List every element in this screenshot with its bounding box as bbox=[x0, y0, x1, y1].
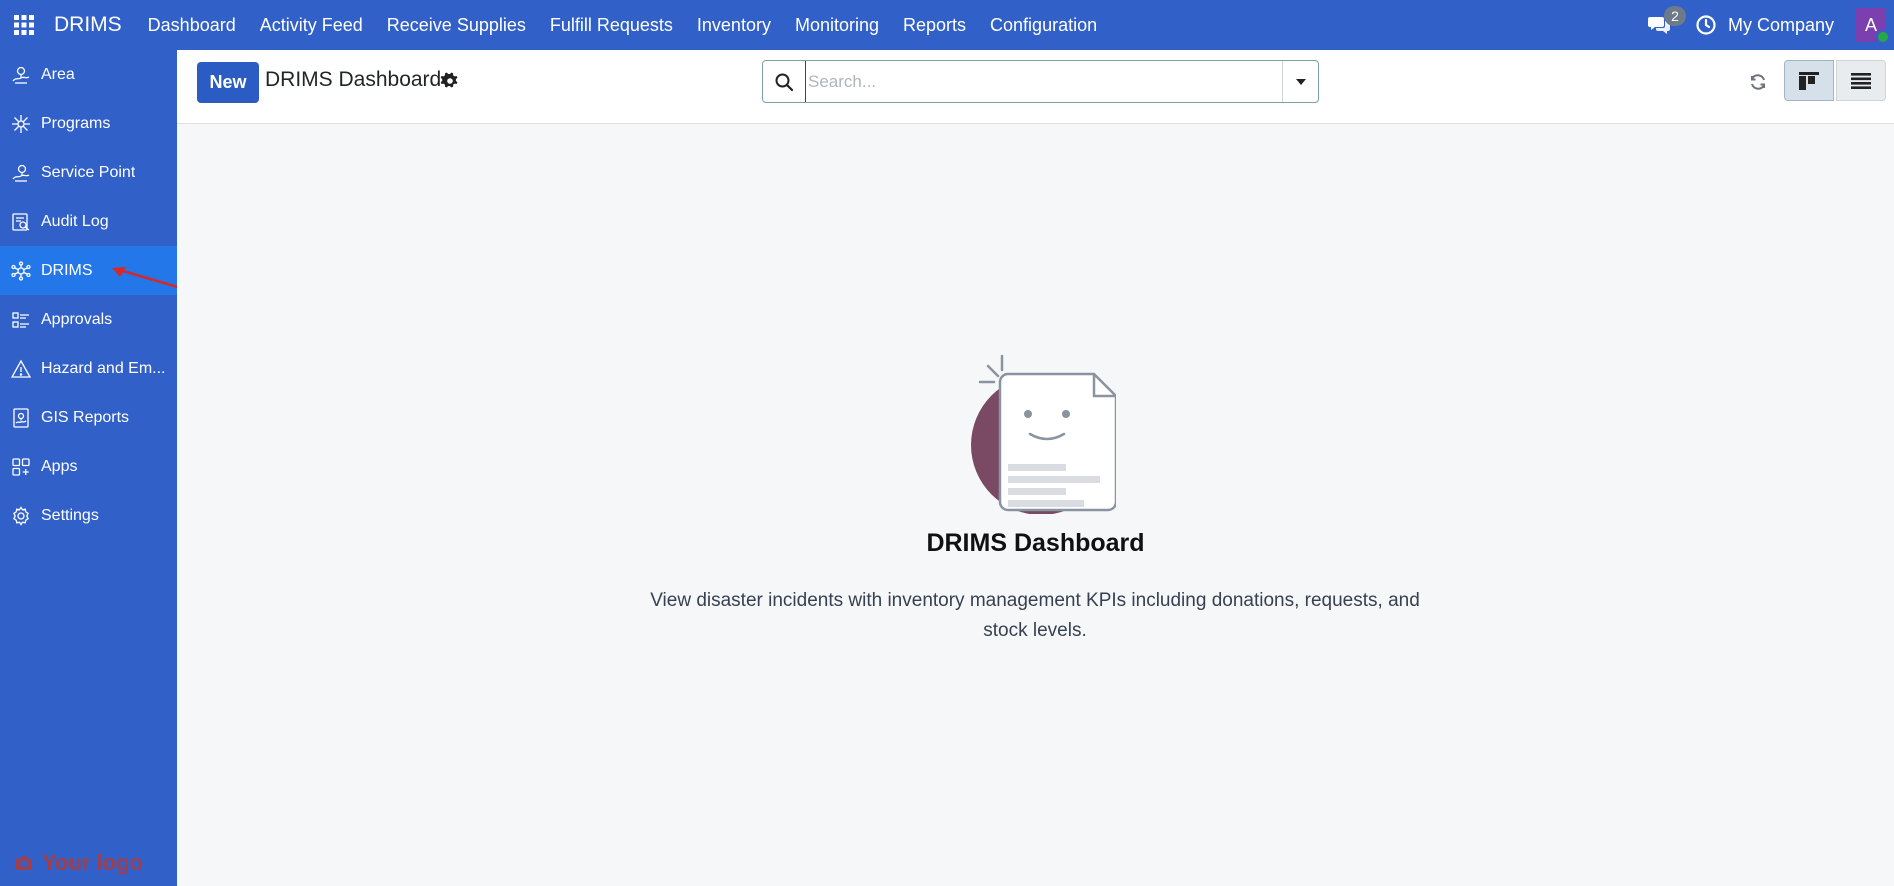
kanban-view-icon bbox=[1799, 71, 1819, 90]
empty-state-title: DRIMS Dashboard bbox=[926, 529, 1145, 557]
menu-receive-supplies[interactable]: Receive Supplies bbox=[375, 0, 538, 50]
camera-icon bbox=[16, 856, 32, 870]
control-panel: New DRIMS Dashboard bbox=[177, 50, 1894, 124]
approvals-icon bbox=[10, 309, 32, 331]
sidebar-item-settings[interactable]: Settings bbox=[0, 491, 177, 540]
apps-menu-icon[interactable] bbox=[0, 0, 48, 50]
sidebar-label: Programs bbox=[41, 114, 111, 132]
empty-state-description: View disaster incidents with inventory m… bbox=[650, 590, 1420, 641]
menu-monitoring[interactable]: Monitoring bbox=[783, 0, 891, 50]
sidebar-item-apps[interactable]: Apps bbox=[0, 442, 177, 491]
view-switcher bbox=[1784, 60, 1886, 101]
sidebar-label: DRIMS bbox=[41, 261, 93, 279]
search-input[interactable] bbox=[805, 61, 1282, 102]
sidebar-item-hazard[interactable]: Hazard and Em... bbox=[0, 344, 177, 393]
hazard-icon bbox=[10, 358, 32, 380]
sidebar-label: GIS Reports bbox=[41, 408, 130, 426]
messaging-button[interactable]: 2 bbox=[1640, 0, 1686, 50]
page-title: DRIMS Dashboard bbox=[265, 68, 442, 91]
menu-configuration[interactable]: Configuration bbox=[978, 0, 1109, 50]
list-view-icon bbox=[1851, 72, 1871, 89]
menu-reports[interactable]: Reports bbox=[891, 0, 978, 50]
refresh-icon[interactable] bbox=[1742, 66, 1774, 98]
sidebar-label: Service Point bbox=[41, 163, 136, 181]
online-status-dot bbox=[1876, 30, 1890, 44]
sidebar-label: Apps bbox=[41, 457, 78, 475]
sidebar-label: Area bbox=[41, 65, 75, 83]
menu-inventory[interactable]: Inventory bbox=[685, 0, 783, 50]
programs-icon bbox=[10, 113, 32, 135]
sidebar: Area Programs Service Point Audit Log DR… bbox=[0, 50, 177, 886]
kanban-view-button[interactable] bbox=[1784, 60, 1834, 101]
list-view-button[interactable] bbox=[1836, 60, 1886, 101]
avatar-initial: A bbox=[1864, 14, 1877, 35]
gear-icon[interactable] bbox=[440, 71, 460, 91]
new-button[interactable]: New bbox=[197, 62, 259, 103]
sidebar-item-area[interactable]: Area bbox=[0, 50, 177, 99]
drims-icon bbox=[10, 260, 32, 282]
main-content: DRIMS Dashboard View disaster incidents … bbox=[177, 124, 1894, 886]
menu-activity-feed[interactable]: Activity Feed bbox=[248, 0, 375, 50]
sidebar-item-programs[interactable]: Programs bbox=[0, 99, 177, 148]
sidebar-label: Approvals bbox=[41, 310, 113, 328]
settings-icon bbox=[10, 505, 32, 527]
user-avatar[interactable]: A bbox=[1856, 8, 1890, 44]
navbar-systray: 2 My Company A bbox=[1640, 0, 1894, 50]
sidebar-item-gis-reports[interactable]: GIS Reports bbox=[0, 393, 177, 442]
menu-dashboard[interactable]: Dashboard bbox=[136, 0, 248, 50]
apps-icon bbox=[10, 456, 32, 478]
sidebar-item-audit-log[interactable]: Audit Log bbox=[0, 197, 177, 246]
main-menu: Dashboard Activity Feed Receive Supplies… bbox=[136, 0, 1109, 50]
sidebar-label: Hazard and Em... bbox=[41, 359, 166, 377]
activity-clock-icon[interactable] bbox=[1688, 0, 1724, 50]
sidebar-label: Settings bbox=[41, 506, 99, 524]
caret-down-icon bbox=[1295, 78, 1306, 85]
logo-text: Your logo bbox=[42, 850, 144, 875]
company-logo: Your logo bbox=[14, 850, 143, 876]
search-bar bbox=[762, 60, 1319, 103]
app-brand[interactable]: DRIMS bbox=[54, 13, 122, 37]
empty-document-illustration bbox=[971, 354, 1116, 514]
audit-log-icon bbox=[10, 211, 32, 233]
search-icon bbox=[763, 61, 805, 102]
search-options-toggle[interactable] bbox=[1282, 61, 1318, 102]
top-navbar: DRIMS Dashboard Activity Feed Receive Su… bbox=[0, 0, 1894, 50]
area-icon bbox=[10, 64, 32, 86]
sidebar-item-approvals[interactable]: Approvals bbox=[0, 295, 177, 344]
sidebar-item-service-point[interactable]: Service Point bbox=[0, 148, 177, 197]
company-switcher[interactable]: My Company bbox=[1728, 15, 1834, 36]
sidebar-label: Audit Log bbox=[41, 212, 109, 230]
service-point-icon bbox=[10, 162, 32, 184]
chat-count-badge: 2 bbox=[1663, 6, 1686, 26]
menu-fulfill-requests[interactable]: Fulfill Requests bbox=[538, 0, 685, 50]
gis-reports-icon bbox=[10, 407, 32, 429]
